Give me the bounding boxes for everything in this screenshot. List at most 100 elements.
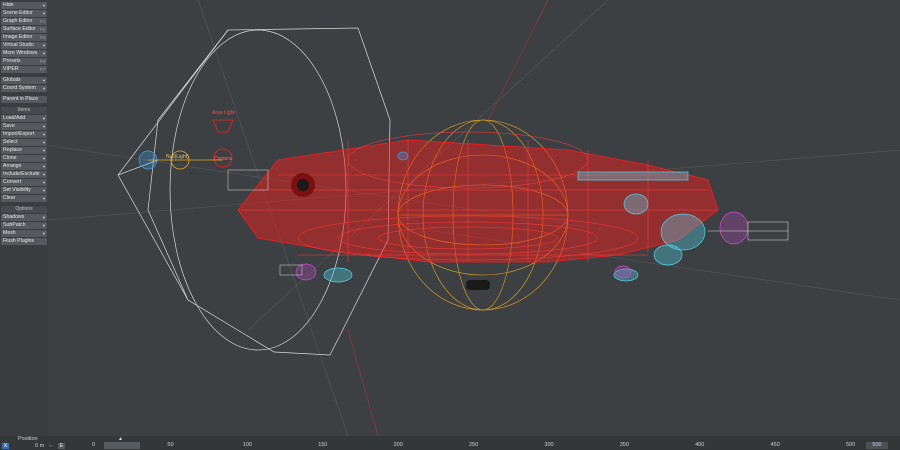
sidebar-button[interactable]: Globals ▾ xyxy=(1,77,47,84)
dropdown-arrow-icon: ▾ xyxy=(42,86,45,91)
null-label: Null(Light) xyxy=(166,154,189,160)
e-toggle[interactable]: E xyxy=(58,443,65,449)
sidebar-button[interactable]: Clear ▾ xyxy=(1,195,47,202)
sidebar-section-header: Items xyxy=(1,107,47,114)
dropdown-arrow-icon: ▾ xyxy=(42,164,45,169)
sidebar-button-label: VIPER xyxy=(3,66,19,72)
sidebar-button-label: Scene Editor xyxy=(3,10,33,16)
dropdown-arrow-icon: ▾ xyxy=(42,172,45,177)
timeline-tick-label: 50 xyxy=(167,442,174,448)
sidebar-button-label: Shadows xyxy=(3,214,25,220)
sidebar-button-label: Arrange xyxy=(3,163,22,169)
timeline-tick-label: 250 xyxy=(469,442,479,448)
timeline-tick-label: 100 xyxy=(242,442,252,448)
dropdown-arrow-icon: ▾ xyxy=(42,140,45,145)
camera-label: Camera xyxy=(214,156,232,162)
dropdown-arrow-icon: ▾ xyxy=(42,215,45,220)
step-arrows-icon[interactable]: ⇔ xyxy=(48,443,54,449)
sidebar-button[interactable]: Replace ▾ xyxy=(1,147,47,154)
dropdown-arrow-icon: ▾ xyxy=(42,43,45,48)
sidebar-button[interactable]: Load/Add ▾ xyxy=(1,115,47,122)
dropdown-arrow-icon: ▾ xyxy=(42,132,45,137)
x-axis-toggle[interactable]: X xyxy=(2,443,9,449)
sidebar-button[interactable]: Graph Editor F2 xyxy=(1,18,47,25)
sidebar-button[interactable]: Surface Editor F5 xyxy=(1,26,47,33)
sidebar-button[interactable]: Select ▾ xyxy=(1,139,47,146)
current-frame-marker-icon: ▲ xyxy=(118,436,123,442)
sidebar-button-label: Replace xyxy=(3,147,23,153)
timeline-tick-label: 0 xyxy=(92,442,96,448)
sidebar-button[interactable]: Clone ▾ xyxy=(1,155,47,162)
sidebar-button-label: Graph Editor xyxy=(3,18,33,24)
sidebar-button[interactable]: SubPatch ▾ xyxy=(1,222,47,229)
sidebar-button-label: More Windows xyxy=(3,50,38,56)
timeline-tick-label: 500 xyxy=(846,442,856,448)
light-label: Area Light xyxy=(212,110,235,116)
toolbar-sidebar: Hide ▾ Scene Editor ▾ Graph Editor F2 Surface … xyxy=(0,0,48,436)
sidebar-button-label: Virtual Studio xyxy=(3,42,34,48)
sidebar-button[interactable]: Mesh ▾ xyxy=(1,230,47,237)
sidebar-button[interactable]: Shadows ▾ xyxy=(1,214,47,221)
sidebar-button[interactable]: Scene Editor ▾ xyxy=(1,10,47,17)
dropdown-arrow-icon: ▾ xyxy=(42,223,45,228)
sidebar-button-label: Import/Export xyxy=(3,131,35,137)
sidebar-button-label: Convert xyxy=(3,179,22,185)
dropdown-arrow-icon: ▾ xyxy=(42,124,45,129)
dropdown-arrow-icon: ▾ xyxy=(42,116,45,121)
dropdown-arrow-icon: ▾ xyxy=(42,156,45,161)
sidebar-button[interactable]: Hide ▾ xyxy=(1,2,47,9)
sidebar-button[interactable]: Flush Plugins xyxy=(1,238,47,245)
sidebar-button[interactable]: Coord System ▾ xyxy=(1,85,47,92)
timeline-tick-label: 350 xyxy=(619,442,629,448)
dropdown-arrow-icon: ▾ xyxy=(42,180,45,185)
3d-viewport[interactable]: Area Light Null(Light) Camera xyxy=(0,0,900,437)
sidebar-button[interactable]: Presets F8 xyxy=(1,58,47,65)
timeline-tick-label: 200 xyxy=(393,442,403,448)
sidebar-button[interactable]: Convert ▾ xyxy=(1,179,47,186)
timeline-tick-label: 300 xyxy=(544,442,554,448)
sidebar-section-header: Options xyxy=(1,206,47,213)
sidebar-button[interactable]: VIPER F7 xyxy=(1,66,47,73)
sidebar-button-label: Clone xyxy=(3,155,17,161)
timeline-tick-label: 150 xyxy=(318,442,328,448)
sidebar-button[interactable]: Virtual Studio ▾ xyxy=(1,42,47,49)
dropdown-arrow-icon: ▾ xyxy=(42,51,45,56)
sidebar-button-label: Hide xyxy=(3,2,14,8)
shortcut-key: F2 xyxy=(39,19,45,24)
sidebar-button-label: SubPatch xyxy=(3,222,26,228)
frame-slider-handle[interactable] xyxy=(104,442,140,449)
position-label: Position xyxy=(18,436,38,442)
sidebar-button-label: Include/Exclude xyxy=(3,171,40,177)
sidebar-button[interactable]: Parent in Place xyxy=(1,96,47,103)
dropdown-arrow-icon: ▾ xyxy=(42,3,45,8)
position-value[interactable]: 0 m xyxy=(35,443,44,449)
dropdown-arrow-icon: ▾ xyxy=(42,11,45,16)
sidebar-button[interactable]: Set Visibility ▾ xyxy=(1,187,47,194)
sidebar-button-label: Save xyxy=(3,123,15,129)
dropdown-arrow-icon: ▾ xyxy=(42,148,45,153)
timeline-bar[interactable]: Position X 0 m ⇔ E ▲ 500 xyxy=(0,436,900,450)
shortcut-key: F8 xyxy=(39,59,45,64)
sidebar-button-label: Mesh xyxy=(3,230,16,236)
sidebar-button-label: Presets xyxy=(3,58,21,64)
sidebar-button[interactable]: Save ▾ xyxy=(1,123,47,130)
sidebar-button-label: Set Visibility xyxy=(3,187,31,193)
shortcut-key: F6 xyxy=(39,35,45,40)
wireframe-scene: Area Light Null(Light) Camera xyxy=(0,0,900,437)
dropdown-arrow-icon: ▾ xyxy=(42,188,45,193)
sidebar-button[interactable]: Include/Exclude ▾ xyxy=(1,171,47,178)
sidebar-button[interactable]: Image Editor F6 xyxy=(1,34,47,41)
sidebar-button-label: Load/Add xyxy=(3,115,26,121)
sidebar-button-label: Surface Editor xyxy=(3,26,36,32)
end-frame-field[interactable]: 500 xyxy=(866,442,888,449)
sidebar-button-label: Select xyxy=(3,139,18,145)
sidebar-button[interactable]: More Windows ▾ xyxy=(1,50,47,57)
sidebar-button[interactable]: Arrange ▾ xyxy=(1,163,47,170)
shortcut-key: F7 xyxy=(39,67,45,72)
dropdown-arrow-icon: ▾ xyxy=(42,78,45,83)
shortcut-key: F5 xyxy=(39,27,45,32)
sidebar-button-label: Globals xyxy=(3,77,21,83)
sidebar-button-label: Parent in Place xyxy=(3,96,39,102)
sidebar-button-label: Coord System xyxy=(3,85,36,91)
sidebar-button[interactable]: Import/Export ▾ xyxy=(1,131,47,138)
